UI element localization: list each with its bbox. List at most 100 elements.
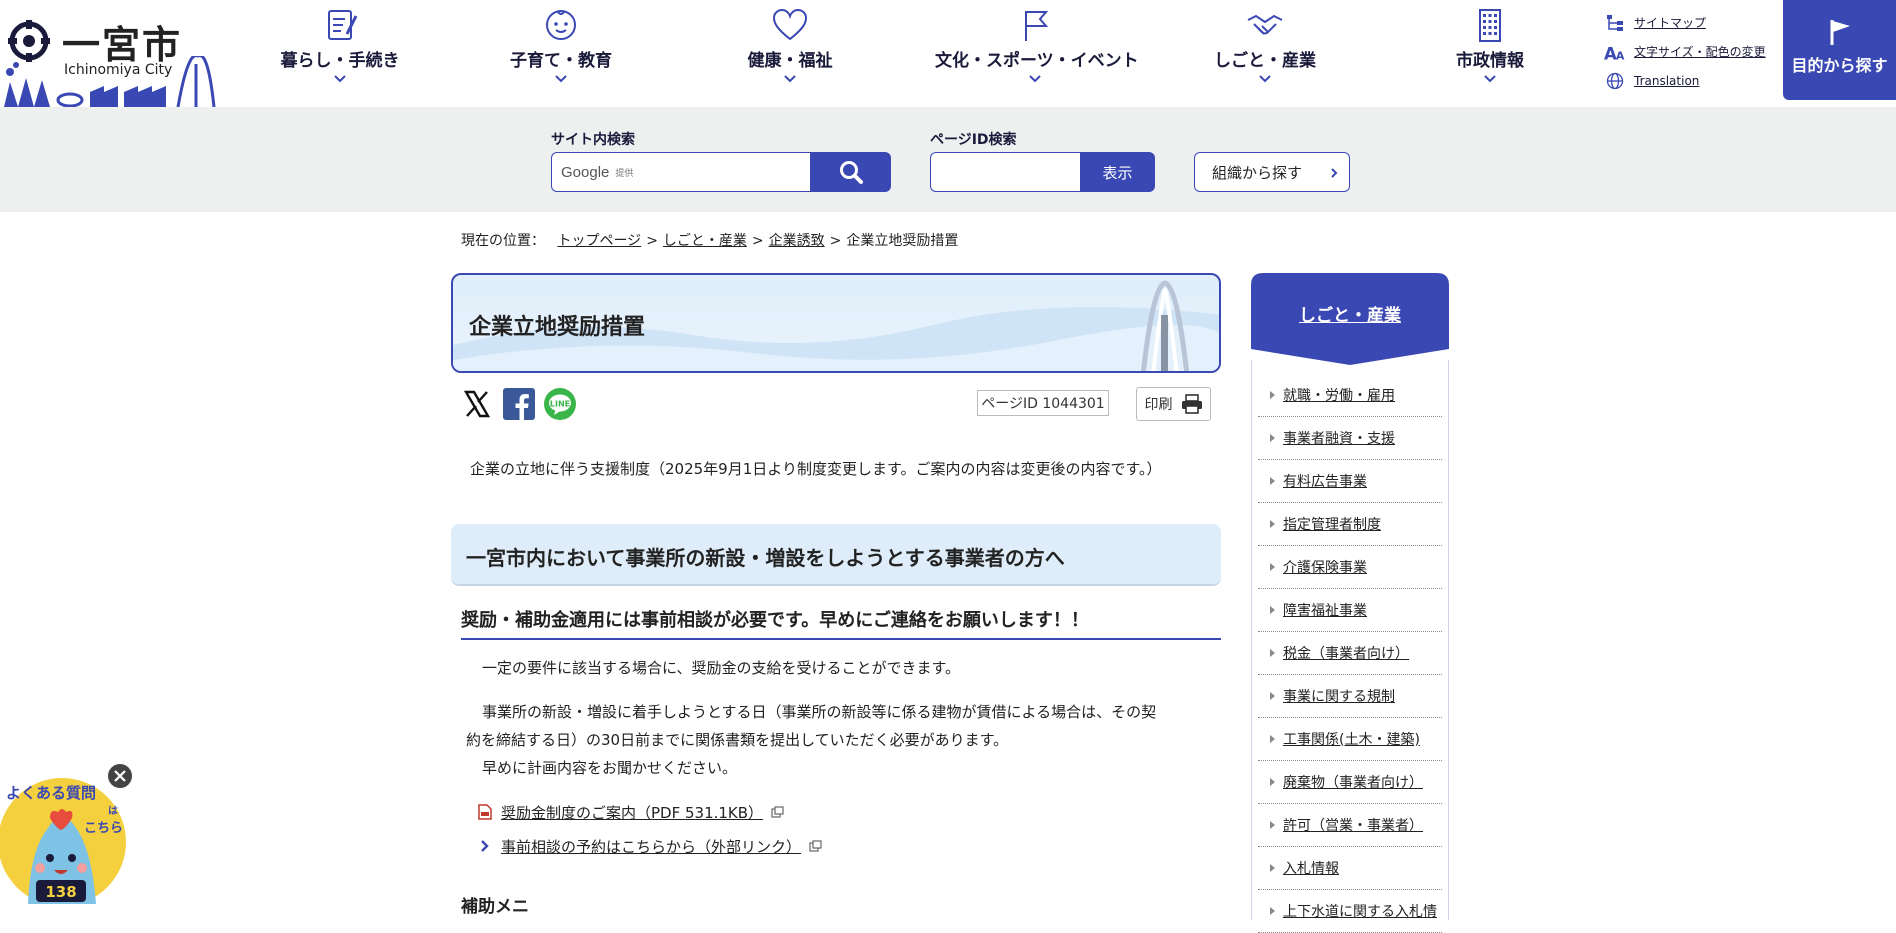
flag-icon [1830,20,1850,45]
nav-cityhall[interactable]: 市政情報 [1445,0,1535,100]
notebook-pen-icon [328,10,358,40]
sidebar-item-water-bidding[interactable]: 上下水道に関する入札情 [1258,890,1442,933]
subsidy-guide-pdf-link[interactable]: 奨励金制度のご案内（PDF 531.1KB） [475,800,784,824]
paragraph-early: 早めに計画内容をお聞かせください。 [482,759,738,777]
utility-links: サイトマップ A A 文字サイズ・配色の変更 Translation [1604,8,1774,95]
google-provided: 提供 [615,168,634,179]
nav-culture[interactable]: 文化・スポーツ・イベント [935,0,1139,100]
share-facebook-button[interactable] [503,388,535,420]
handshake-icon [1247,14,1283,35]
pageid-input[interactable] [930,152,1082,192]
sidebar-item-permits[interactable]: 許可（営業・事業者） [1258,804,1442,847]
sidebar-item-disability-welfare[interactable]: 障害福祉事業 [1258,589,1442,632]
sidebar-item-financing[interactable]: 事業者融資・支援 [1258,417,1442,460]
purpose-search-button[interactable]: 目的から探す [1783,0,1896,100]
search-icon [839,161,863,184]
nav-health[interactable]: 健康・福祉 [735,0,845,100]
baby-face-icon [546,10,576,40]
text-size-link[interactable]: A A 文字サイズ・配色の変更 [1604,37,1774,66]
chevron-down-icon [1484,75,1496,83]
sidebar-item-label: 廃棄物（事業者向け） [1283,775,1423,791]
nav-label: 子育て・教育 [510,51,612,71]
sidebar-item-label: 入札情報 [1283,861,1339,877]
svg-text:A: A [1616,49,1625,61]
chevron-down-icon [1259,75,1271,83]
share-x-button[interactable] [461,388,493,420]
svg-text:138: 138 [45,883,76,901]
chevron-down-icon [784,75,796,83]
sidebar-item-label: 介護保険事業 [1283,560,1367,576]
sidebar-heading-text: しごと・産業 [1299,306,1401,326]
sidebar-item-label: 事業に関する規制 [1283,689,1395,705]
print-button[interactable]: 印刷 [1136,387,1211,421]
nav-label: しごと・産業 [1214,51,1316,71]
sidebar-item-care-insurance[interactable]: 介護保険事業 [1258,546,1442,589]
paragraph-eligibility: 一定の要件に該当する場合に、奨励金の支給を受けることができます。 [482,659,961,677]
chevron-right-icon [1331,168,1338,178]
sidebar-item-label: 障害福祉事業 [1283,603,1367,619]
nav-business[interactable]: しごと・産業 [1200,0,1330,100]
city-skyline-icon [4,56,216,107]
sidebar-item-regulations[interactable]: 事業に関する規制 [1258,675,1442,718]
sidebar-item-employment[interactable]: 就職・労働・雇用 [1258,374,1442,417]
text-size-label: 文字サイズ・配色の変更 [1634,45,1766,59]
chevron-down-icon [334,75,346,83]
sidebar-item-label: 税金（事業者向け） [1283,646,1409,662]
consultation-booking-text: 事前相談の予約はこちらから（外部リンク） [501,837,802,856]
site-search-input[interactable]: Google 提供 [551,152,811,192]
chevron-down-icon [1029,75,1041,83]
breadcrumb-business[interactable]: しごと・産業 [663,233,747,249]
svg-text:よくある質問: よくある質問 [6,784,96,802]
nav-label: 文化・スポーツ・イベント [935,51,1139,71]
sitemap-label: サイトマップ [1634,16,1707,30]
org-search-button[interactable]: 組織から探す [1194,152,1350,192]
page-id: ページID 1044301 [977,390,1109,416]
sidebar-heading[interactable]: しごと・産業 [1251,273,1449,365]
sidebar-item-taxes[interactable]: 税金（事業者向け） [1258,632,1442,675]
svg-text:は: は [108,805,118,817]
faq-close-button[interactable] [106,762,134,790]
text-size-icon: A A [1604,43,1626,61]
sidebar-item-label: 工事関係(土木・建築) [1283,732,1420,748]
translation-link[interactable]: Translation [1604,66,1774,95]
breadcrumb: 現在の位置： トップページ > しごと・産業 > 企業誘致 > 企業立地奨励措置 [461,233,959,249]
breadcrumb-top[interactable]: トップページ [557,233,641,249]
consultation-booking-link[interactable]: 事前相談の予約はこちらから（外部リンク） [475,834,822,858]
x-logo-icon [463,390,491,418]
paragraph-deadline-2: 約を締結する日）の30日前までに関係書類を提出していただく必要があります。 [466,731,1009,749]
nav-label: 市政情報 [1456,51,1524,71]
share-line-button[interactable]: LINE [544,388,576,420]
new-window-icon [771,806,784,818]
purpose-search-label: 目的から探す [1791,56,1888,75]
sitemap-link[interactable]: サイトマップ [1604,8,1774,37]
site-logo[interactable]: 一宮市 Ichinomiya City [0,0,220,107]
site-header: 一宮市 Ichinomiya City 暮らし・手続き 子育て・教育 健康・福祉… [0,0,1896,107]
org-search-label: 組織から探す [1212,163,1303,182]
sitemap-icon [1604,14,1626,32]
next-section-heading: 補助メニ [461,897,529,917]
site-search-button[interactable] [810,152,891,192]
sidebar-item-label: 就職・労働・雇用 [1283,388,1395,404]
nav-label: 暮らし・手続き [280,51,400,71]
sidebar-item-advertising[interactable]: 有料広告事業 [1258,460,1442,503]
sidebar-item-construction[interactable]: 工事関係(土木・建築) [1258,718,1442,761]
breadcrumb-attraction[interactable]: 企業誘致 [769,233,825,249]
paragraph-deadline-1: 事業所の新設・増設に着手しようとする日（事業所の新設等に係る建物が賃借による場合… [482,703,1157,721]
sidebar-item-designated-manager[interactable]: 指定管理者制度 [1258,503,1442,546]
google-brand: Google [561,163,610,181]
sidebar-item-waste[interactable]: 廃棄物（事業者向け） [1258,761,1442,804]
facebook-icon [503,388,535,420]
sidebar-list: 就職・労働・雇用 事業者融資・支援 有料広告事業 指定管理者制度 介護保険事業 … [1251,360,1449,933]
nav-living[interactable]: 暮らし・手続き [275,0,405,100]
subsidy-guide-pdf-text: 奨励金制度のご案内（PDF 531.1KB） [501,803,764,822]
pageid-show-button[interactable]: 表示 [1080,152,1155,192]
sidebar-item-label: 指定管理者制度 [1283,517,1381,533]
pdf-icon [475,804,495,820]
page-title-box: 企業立地奨励措置 [451,273,1221,373]
new-window-icon [809,840,822,852]
pageid-search-label: ページID検索 [930,132,1017,148]
sidebar-item-label: 上下水道に関する入札情 [1283,904,1437,920]
sidebar-item-bidding[interactable]: 入札情報 [1258,847,1442,890]
nav-childcare[interactable]: 子育て・教育 [501,0,621,100]
close-icon [114,770,126,782]
